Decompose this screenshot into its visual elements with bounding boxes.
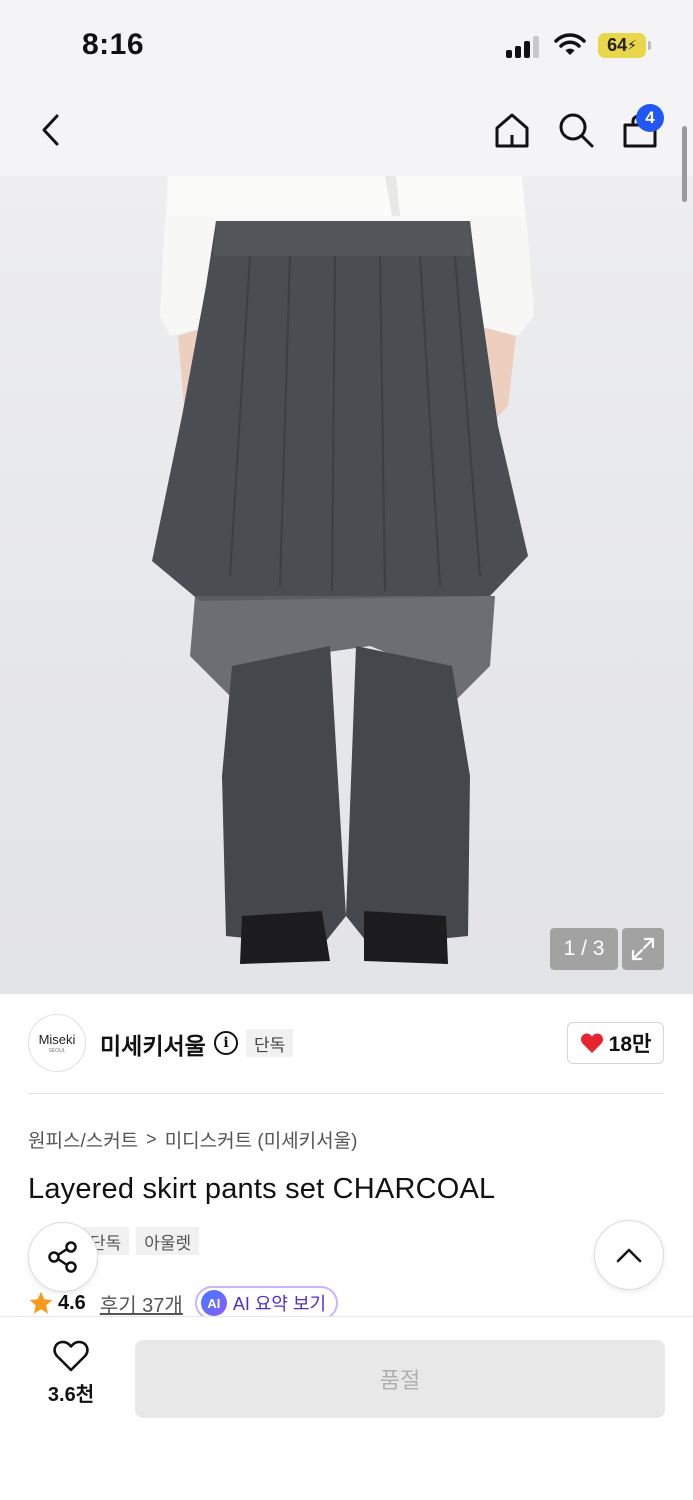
status-time: 8:16 (82, 28, 145, 61)
cart-count-badge: 4 (636, 104, 664, 132)
info-icon-glyph: i (223, 1035, 229, 1051)
scrollbar[interactable] (682, 126, 687, 202)
image-counter: 1 / 3 (550, 928, 618, 970)
breadcrumb: 원피스/스커트 > 미디스커트 (미세키서울) (28, 1126, 357, 1153)
rating-value: 4.6 (58, 1291, 86, 1314)
chevron-left-icon (42, 114, 59, 146)
product-title: Layered skirt pants set CHARCOAL (28, 1173, 496, 1205)
expand-icon (631, 937, 655, 961)
expand-image-button[interactable] (622, 928, 664, 970)
brand-logo[interactable]: Miseki SEOUL (28, 1014, 86, 1072)
wishlist-count: 3.6천 (47, 1384, 95, 1406)
breadcrumb-separator: > (146, 1129, 157, 1149)
product-image[interactable] (0, 176, 693, 994)
brand-name[interactable]: 미세키서울 (100, 1027, 206, 1061)
brand-logo-subtext: SEOUL (48, 1048, 66, 1054)
exclusive-badge: 단독 (246, 1029, 294, 1057)
battery-icon: 64 ⚡ (598, 33, 651, 58)
share-icon (48, 1241, 77, 1273)
sold-out-button[interactable]: 품절 (135, 1340, 665, 1418)
review-count-link[interactable]: 후기 37개 (100, 1289, 183, 1318)
divider (28, 1093, 664, 1094)
breadcrumb-subcategory[interactable]: 미디스커트 (미세키서울) (165, 1126, 358, 1153)
share-button[interactable] (28, 1222, 98, 1292)
cellular-signal-icon (506, 36, 542, 58)
product-photo-illustration (152, 176, 534, 964)
search-button[interactable] (552, 106, 600, 154)
info-icon[interactable]: i (214, 1031, 238, 1055)
brand-like-count: 18만 (608, 1033, 652, 1056)
search-icon (559, 113, 594, 148)
rating-row: 4.6 후기 37개 AI AI 요약 보기 (28, 1286, 339, 1320)
battery-level: 64 (607, 35, 628, 55)
ai-summary-button[interactable]: AI AI 요약 보기 (194, 1286, 339, 1320)
scroll-to-top-button[interactable] (594, 1220, 664, 1290)
tag-outlet: 아울렛 (136, 1227, 200, 1255)
back-button[interactable] (26, 106, 74, 154)
breadcrumb-category[interactable]: 원피스/스커트 (28, 1126, 138, 1153)
chevron-up-icon (616, 1248, 642, 1263)
heart-filled-icon (580, 1033, 603, 1053)
top-nav-bar (0, 92, 693, 176)
brand-logo-text: Miseki (38, 1032, 76, 1047)
ai-badge-icon: AI (200, 1290, 227, 1316)
heart-outline-icon (53, 1340, 89, 1372)
brand-like-button[interactable]: 18만 (567, 1022, 664, 1064)
star-icon (29, 1291, 53, 1314)
home-button[interactable] (488, 106, 536, 154)
ai-summary-label: AI 요약 보기 (232, 1294, 327, 1314)
wifi-icon (554, 33, 586, 62)
wishlist-button[interactable]: 3.6천 (30, 1340, 112, 1418)
home-icon (495, 113, 529, 148)
status-bar: 8:16 64 ⚡ (0, 0, 693, 92)
